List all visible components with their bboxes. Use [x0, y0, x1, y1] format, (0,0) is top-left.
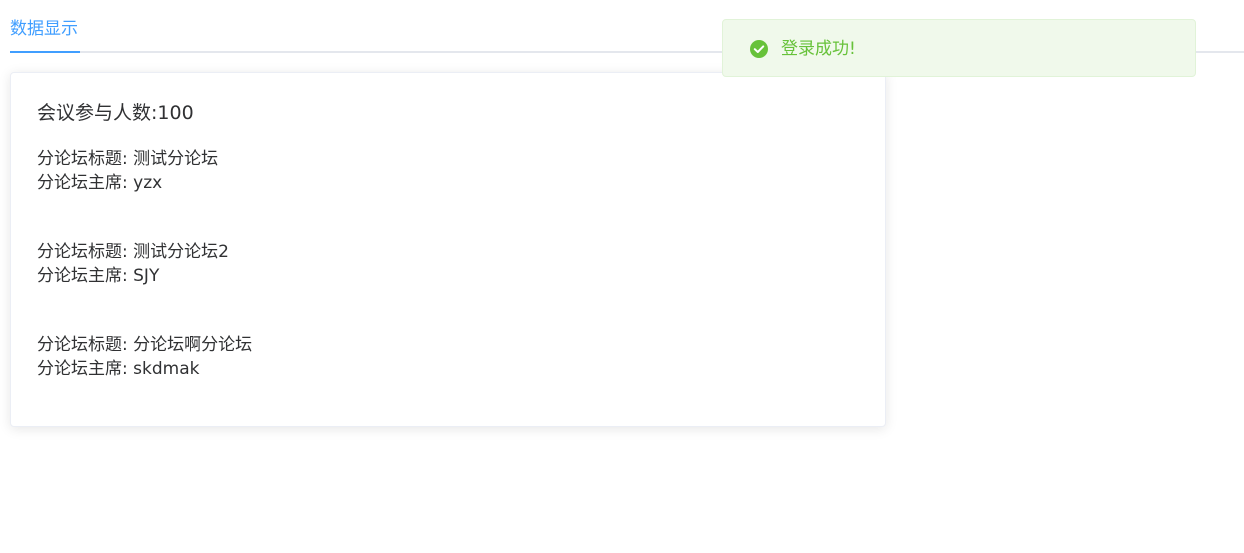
forum-chair-line: 分论坛主席: yzx: [37, 173, 163, 193]
attendee-count-line: 会议参与人数:100: [37, 102, 194, 124]
forum-item: 分论坛标题: 测试分论坛 分论坛主席: yzx: [37, 147, 252, 240]
forum-chair-label: 分论坛主席: [37, 359, 122, 379]
forum-title-line: 分论坛标题: 测试分论坛: [37, 149, 219, 169]
tab-data-display[interactable]: 数据显示: [10, 16, 78, 42]
attendee-count-label: 会议参与人数: [37, 102, 152, 124]
forum-chair-line: 分论坛主席: SJY: [37, 266, 160, 286]
forum-title-line: 分论坛标题: 测试分论坛2: [37, 242, 229, 262]
forum-title: 测试分论坛2: [133, 242, 229, 262]
forum-title-label: 分论坛标题: [37, 242, 122, 262]
forum-chair: SJY: [133, 266, 160, 286]
forum-chair: yzx: [133, 173, 163, 193]
tab-active-indicator: [10, 51, 80, 53]
forum-chair: skdmak: [133, 359, 200, 379]
success-toast: 登录成功!: [722, 19, 1196, 77]
forum-chair-label: 分论坛主席: [37, 266, 122, 286]
attendee-count-value: 100: [157, 102, 194, 124]
forum-chair-line: 分论坛主席: skdmak: [37, 359, 200, 379]
data-card: 会议参与人数:100 分论坛标题: 测试分论坛 分论坛主席: yzx 分论坛标题…: [10, 72, 886, 427]
card-body: 会议参与人数:100 分论坛标题: 测试分论坛 分论坛主席: yzx 分论坛标题…: [37, 99, 252, 426]
forum-title-label: 分论坛标题: [37, 335, 122, 355]
forum-title: 分论坛啊分论坛: [133, 335, 253, 355]
forum-chair-label: 分论坛主席: [37, 173, 122, 193]
forum-title-line: 分论坛标题: 分论坛啊分论坛: [37, 335, 253, 355]
forum-title: 测试分论坛: [133, 149, 219, 169]
forum-title-label: 分论坛标题: [37, 149, 122, 169]
forum-item: 分论坛标题: 分论坛啊分论坛 分论坛主席: skdmak: [37, 333, 252, 426]
toast-message: 登录成功!: [781, 39, 856, 59]
forum-item: 分论坛标题: 测试分论坛2 分论坛主席: SJY: [37, 240, 252, 333]
check-circle-icon: [750, 40, 768, 58]
